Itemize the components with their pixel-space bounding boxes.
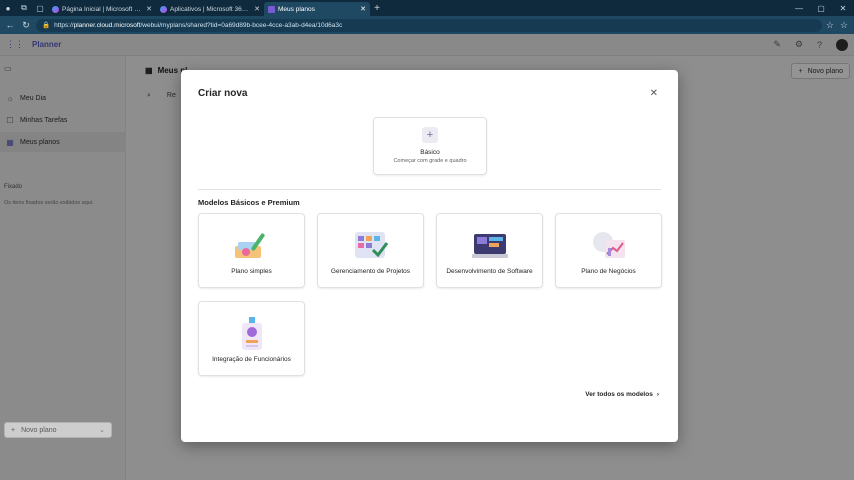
url-text: https://planner.cloud.microsoft/webui/my… <box>54 21 343 29</box>
see-all-templates-link[interactable]: Ver todos os modelos › <box>585 391 659 398</box>
tab-label: Meus planos <box>278 5 315 13</box>
tab-my-plans[interactable]: Meus planos ✕ <box>264 2 370 16</box>
refresh-icon[interactable]: ↻ <box>20 20 32 31</box>
chevron-right-icon: › <box>656 391 659 398</box>
close-window-icon[interactable]: ✕ <box>832 4 854 13</box>
close-tab-icon[interactable]: ✕ <box>360 5 366 13</box>
close-tab-icon[interactable]: ✕ <box>146 5 152 13</box>
template-name: Plano simples <box>231 268 272 275</box>
plus-icon: + <box>422 127 438 143</box>
badge-illustration-icon <box>241 317 262 350</box>
minimize-icon[interactable]: — <box>788 4 810 13</box>
copilot-favicon-icon <box>52 5 59 13</box>
browser-menu-icon[interactable]: ● <box>0 0 16 16</box>
back-icon[interactable]: ← <box>4 20 16 30</box>
basic-template-card[interactable]: + Básico Começar com grade e quadro <box>373 117 487 175</box>
chart-illustration-icon <box>592 232 625 258</box>
planner-favicon-icon <box>268 5 275 13</box>
tab-actions-icon[interactable]: ▢ <box>32 0 48 16</box>
template-name: Plano de Negócios <box>581 268 636 275</box>
tab-apps[interactable]: Aplicativos | Microsoft 365 Copi ✕ <box>156 2 264 16</box>
templates-section-title: Modelos Básicos e Premium <box>198 198 300 207</box>
plus-icon: + <box>11 426 16 434</box>
dialog-title: Criar nova <box>198 88 248 99</box>
close-tab-icon[interactable]: ✕ <box>254 5 260 13</box>
browser-tab-bar: ● ⧉ ▢ Página Inicial | Microsoft 365 Co … <box>0 0 854 16</box>
url-field[interactable]: 🔒 https://planner.cloud.microsoft/webui/… <box>36 18 822 32</box>
tab-label: Página Inicial | Microsoft 365 Co <box>62 5 143 13</box>
template-name: Desenvolvimento de Software <box>446 268 533 275</box>
template-name: Gerenciamento de Projetos <box>330 268 411 275</box>
monitor-illustration-icon <box>471 234 508 258</box>
copilot-favicon-icon <box>160 5 167 13</box>
template-card-employee-onboarding[interactable]: Integração de Funcionários <box>198 301 305 376</box>
new-tab-icon[interactable]: + <box>370 3 384 14</box>
tab-label: Aplicativos | Microsoft 365 Copi <box>170 5 251 13</box>
sidebar-new-plan-button[interactable]: + Novo plano ⌄ <box>4 422 112 438</box>
address-bar-row: ← ↻ 🔒 https://planner.cloud.microsoft/we… <box>0 16 854 34</box>
checklist-board-illustration-icon <box>354 232 388 258</box>
template-card-software-development[interactable]: Desenvolvimento de Software <box>436 213 543 288</box>
basic-template-name: Básico <box>420 149 440 156</box>
create-plan-dialog: Criar nova ✕ + Básico Começar com grade … <box>181 70 678 442</box>
chevron-down-icon: ⌄ <box>99 427 105 434</box>
paint-brush-illustration-icon <box>234 233 265 258</box>
window-controls: — ▢ ✕ <box>788 4 854 13</box>
basic-template-description: Começar com grade e quadro <box>393 158 467 164</box>
template-name: Integração de Funcionários <box>212 356 291 363</box>
maximize-icon[interactable]: ▢ <box>810 4 832 13</box>
template-card-business-plan[interactable]: Plano de Negócios <box>555 213 662 288</box>
divider <box>198 189 661 190</box>
favorites-icon[interactable]: ☆ <box>840 20 848 31</box>
template-card-simple-plan[interactable]: Plano simples <box>198 213 305 288</box>
favorite-star-icon[interactable]: ☆ <box>826 20 834 31</box>
template-card-project-management[interactable]: Gerenciamento de Projetos <box>317 213 424 288</box>
tab-home[interactable]: Página Inicial | Microsoft 365 Co ✕ <box>48 2 156 16</box>
close-icon[interactable]: ✕ <box>650 88 658 99</box>
workspaces-icon[interactable]: ⧉ <box>16 0 32 16</box>
lock-icon: 🔒 <box>42 22 51 29</box>
